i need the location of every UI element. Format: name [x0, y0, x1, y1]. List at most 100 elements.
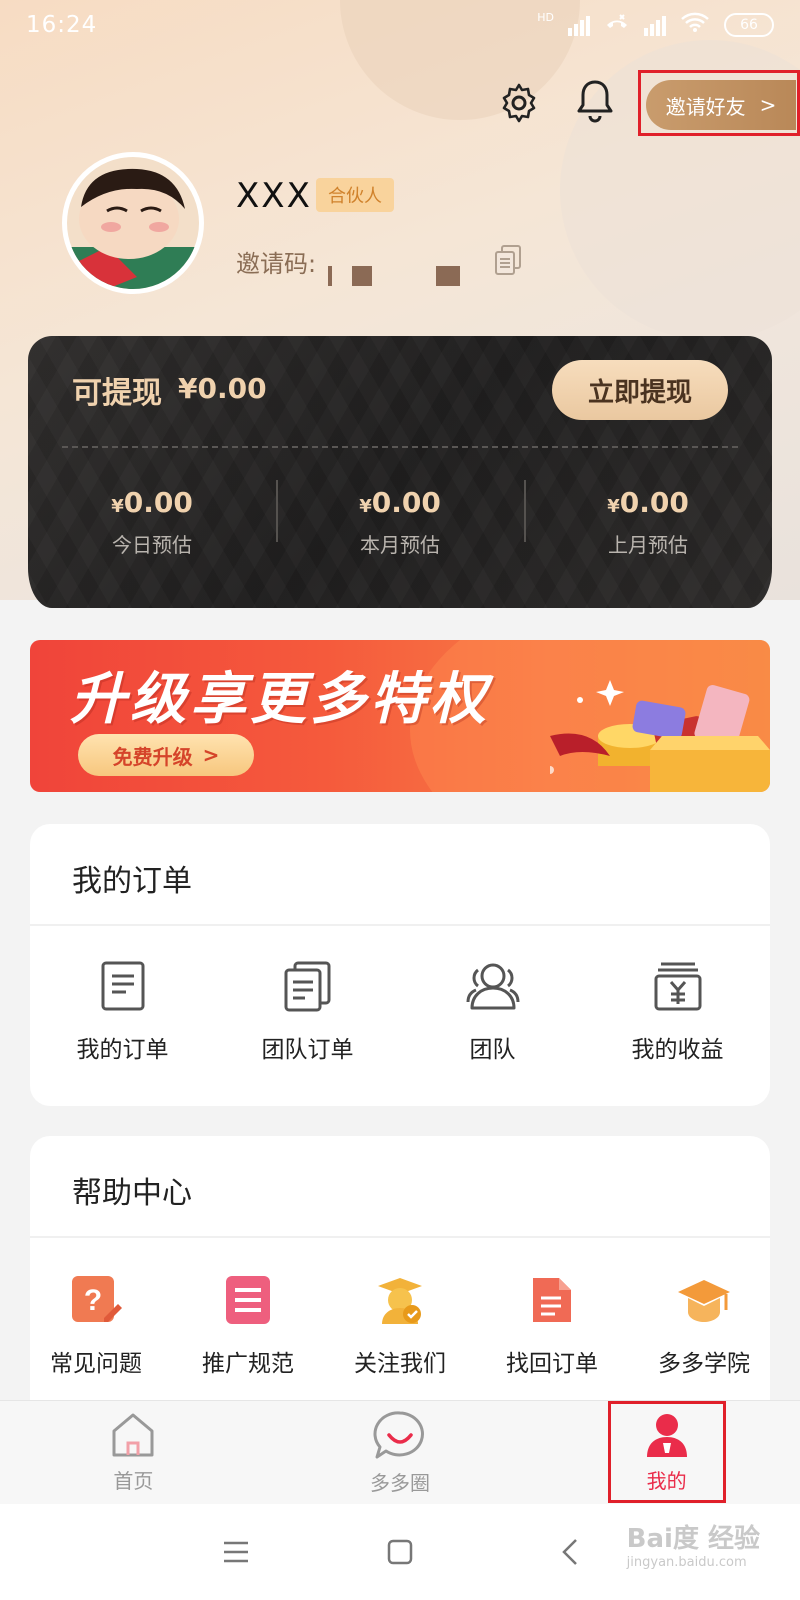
rules-icon: [226, 1276, 270, 1324]
grid-item-label: 找回订单: [506, 1351, 598, 1377]
team-icon: [466, 963, 519, 1010]
withdraw-button[interactable]: 立即提现: [552, 360, 728, 420]
circle-icon: [373, 1411, 424, 1459]
stat-value: ¥0.00: [111, 486, 193, 519]
status-icons: HD 66: [537, 11, 774, 39]
invite-friends-label: 邀请好友: [665, 94, 746, 119]
hd-indicator: HD: [537, 10, 554, 24]
home-icon: [112, 1413, 154, 1457]
dashed-divider: [62, 446, 738, 448]
orders-section: 我的订单 我的订单 团队订单 团队 我的收益: [30, 824, 770, 1106]
stat-value: ¥0.00: [607, 486, 689, 519]
home-nav-button[interactable]: [384, 1536, 416, 1568]
tab-label: 首页: [113, 1469, 154, 1493]
wifi-icon: [680, 11, 710, 39]
income-icon: [654, 962, 701, 1011]
redacted-code: [328, 266, 332, 286]
stat-today[interactable]: ¥0.00 今日预估: [28, 486, 276, 558]
invite-friends-button[interactable]: 邀请好友 >: [646, 80, 796, 130]
avatar[interactable]: [62, 152, 204, 294]
grid-item-academy[interactable]: 多多学院: [628, 1274, 780, 1378]
grid-item-follow-us[interactable]: 关注我们: [324, 1274, 476, 1378]
copy-button[interactable]: [494, 244, 522, 280]
grid-item-label: 关注我们: [354, 1351, 446, 1377]
menu-icon: [224, 1541, 248, 1563]
tab-home[interactable]: 首页: [0, 1401, 267, 1504]
profile-icon: [646, 1414, 687, 1457]
grid-item-team-orders[interactable]: 团队订单: [215, 960, 400, 1064]
section-divider: [30, 924, 770, 926]
copy-icon: [495, 245, 521, 275]
watermark-brand: Bai度 经验: [626, 1524, 760, 1554]
earnings-card: 可提现 ¥0.00 立即提现 ¥0.00 今日预估 ¥0.00 本月预估 ¥0.…: [28, 336, 772, 608]
free-upgrade-button[interactable]: 免费升级 >: [78, 734, 254, 776]
grid-item-label: 团队订单: [261, 1037, 354, 1063]
signal-icon: [644, 14, 666, 36]
tab-label: 多多圈: [370, 1471, 430, 1495]
document-icon: [101, 961, 144, 1011]
chevron-right-icon: >: [202, 743, 220, 767]
grid-item-label: 推广规范: [202, 1351, 294, 1377]
grid-item-label: 多多学院: [658, 1351, 750, 1377]
redacted-code: [436, 266, 460, 286]
section-divider: [30, 1236, 770, 1238]
back-button[interactable]: [554, 1536, 586, 1568]
banner-title: 升级享更多特权: [70, 667, 490, 732]
stat-last-month[interactable]: ¥0.00 上月预估: [524, 480, 772, 558]
help-grid: ? 常见问题 推广规范 关注我们 找回订单 多多学院: [20, 1274, 780, 1378]
settings-button[interactable]: [496, 80, 542, 126]
grid-item-label: 我的收益: [631, 1037, 724, 1063]
grid-item-team[interactable]: 团队: [400, 960, 585, 1064]
bottom-tab-bar: 首页 多多圈 我的: [0, 1400, 800, 1504]
watermark-url: jingyan.baidu.com: [626, 1555, 747, 1570]
orders-grid: 我的订单 团队订单 团队 我的收益: [30, 960, 770, 1064]
stat-value: ¥0.00: [359, 486, 441, 519]
status-bar: 16:24 HD 66: [0, 0, 800, 50]
battery-indicator: 66: [724, 13, 774, 37]
header-actions: 邀请好友 >: [0, 70, 800, 136]
avatar-image: [67, 157, 199, 289]
gift-box-icon: [550, 680, 770, 792]
chevron-right-icon: >: [759, 93, 777, 117]
grid-item-my-income[interactable]: 我的收益: [585, 960, 770, 1064]
missed-call-icon: [604, 11, 630, 39]
notifications-button[interactable]: [572, 78, 618, 124]
status-time: 16:24: [26, 12, 98, 38]
earnings-stats: ¥0.00 今日预估 ¥0.00 本月预估 ¥0.00 上月预估: [28, 480, 772, 558]
redacted-code: [352, 266, 372, 286]
signal-icon: [568, 14, 590, 36]
grid-item-retrieve-order[interactable]: 找回订单: [476, 1274, 628, 1378]
withdrawable-value: ¥0.00: [178, 372, 267, 405]
stat-label: 今日预估: [112, 533, 192, 557]
grid-item-label: 我的订单: [76, 1037, 169, 1063]
bell-icon: [577, 80, 613, 123]
stat-this-month[interactable]: ¥0.00 本月预估: [276, 480, 524, 558]
retrieve-order-icon: [533, 1278, 571, 1322]
grid-item-promo-rules[interactable]: 推广规范: [172, 1274, 324, 1378]
svg-text:?: ?: [84, 1284, 102, 1317]
free-upgrade-label: 免费升级: [112, 744, 193, 769]
tab-circle[interactable]: 多多圈: [267, 1401, 534, 1504]
documents-icon: [284, 961, 330, 1012]
role-badge: 合伙人: [316, 178, 394, 212]
follow-icon: [378, 1278, 422, 1324]
stat-label: 上月预估: [608, 533, 688, 557]
tab-mine[interactable]: 我的: [533, 1401, 800, 1504]
grid-item-my-orders[interactable]: 我的订单: [30, 960, 215, 1064]
academy-icon: [678, 1280, 730, 1322]
menu-button[interactable]: [220, 1536, 252, 1568]
square-icon: [387, 1539, 413, 1565]
section-title: 我的订单: [72, 864, 192, 899]
grid-item-label: 常见问题: [50, 1351, 142, 1377]
help-section: 帮助中心 ? 常见问题 推广规范 关注我们 找回订单 多多学院: [30, 1136, 770, 1436]
stat-label: 本月预估: [360, 533, 440, 557]
watermark: Bai度 经验 jingyan.baidu.com: [627, 1518, 760, 1570]
section-title: 帮助中心: [72, 1176, 192, 1211]
gear-icon: [502, 83, 536, 123]
faq-icon: ?: [72, 1276, 122, 1322]
upgrade-banner[interactable]: 升级享更多特权 免费升级 >: [30, 640, 770, 792]
chevron-left-icon: [562, 1539, 577, 1565]
grid-item-label: 团队: [469, 1037, 516, 1063]
grid-item-faq[interactable]: ? 常见问题: [20, 1274, 172, 1378]
invite-code-label: 邀请码:: [236, 250, 317, 278]
